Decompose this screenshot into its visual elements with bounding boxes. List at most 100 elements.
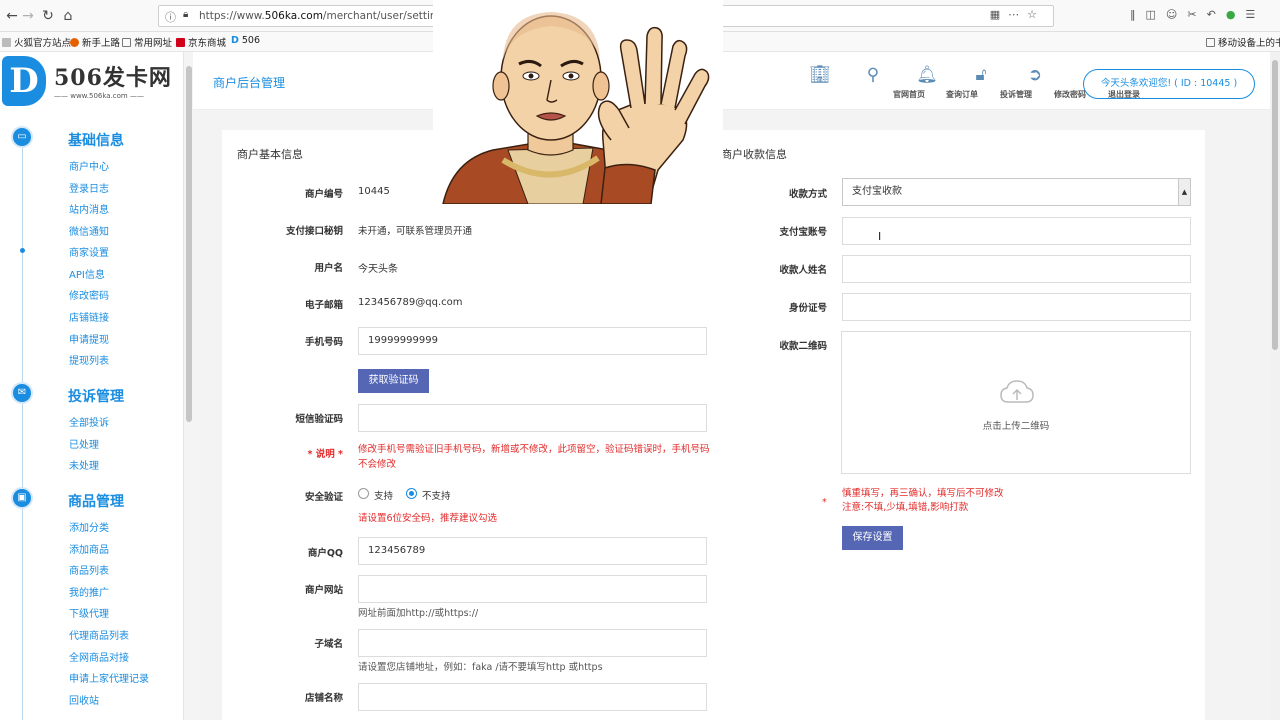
cartoon-man-sticker — [433, 0, 723, 204]
forward-icon[interactable]: → — [18, 6, 38, 26]
sidebar-item-withdraw-apply[interactable]: 申请提现 — [69, 331, 109, 346]
sidebar-item-withdraw-list[interactable]: 提现列表 — [69, 352, 109, 367]
sidebar-item-merchant-settings[interactable]: 商家设置 — [69, 244, 109, 259]
group-title-goods[interactable]: 商品管理 — [68, 491, 124, 511]
security-label: 安全验证 — [304, 492, 343, 503]
sidebar-item-shop-link[interactable]: 店铺链接 — [69, 309, 109, 324]
qr-icon[interactable]: ▦ — [990, 8, 1008, 21]
bookmark-label: 常用网址 — [134, 38, 173, 49]
merchant-id-value: 10445 — [358, 186, 390, 197]
sidebar-scrollbar[interactable] — [183, 52, 193, 720]
undo-icon[interactable]: ↶ — [1207, 8, 1226, 21]
payee-name-label: 收款人姓名 — [779, 265, 827, 276]
sidebar-item-agent-goods[interactable]: 代理商品列表 — [69, 627, 129, 642]
sidebar-item-recycle-bin[interactable]: 回收站 — [69, 692, 99, 707]
sidebar-item-add-goods[interactable]: 添加商品 — [69, 541, 109, 556]
group-title-complaints[interactable]: 投诉管理 — [68, 386, 124, 406]
bookmark-label: 新手上路 — [82, 38, 121, 49]
group-title-basic-info[interactable]: 基础信息 — [68, 130, 124, 150]
sidebar-item-agent-apply-log[interactable]: 申请上家代理记录 — [69, 670, 149, 685]
reload-icon[interactable]: ↻ — [38, 6, 58, 26]
subdomain-input[interactable] — [358, 629, 707, 657]
url-actions[interactable]: ▦⋯☆ — [990, 8, 1045, 21]
payment-info-title: 商户收款信息 — [721, 148, 787, 161]
bookmark-firefox[interactable]: 火狐官方站点 — [2, 35, 71, 49]
d-logo-icon: D — [231, 35, 239, 46]
account-icon[interactable]: ☺ — [1166, 8, 1187, 21]
payment-method-value: 支付宝收款 — [852, 186, 902, 197]
screenshot-icon[interactable]: ✂ — [1187, 8, 1206, 21]
website-input[interactable] — [358, 575, 707, 603]
payment-method-select[interactable]: 支付宝收款 ▲ — [842, 178, 1191, 206]
lock-icon: 🔓︎ — [975, 65, 987, 85]
sidebar-scroll-thumb[interactable] — [186, 66, 192, 422]
sidebar-item-merchant-center[interactable]: 商户中心 — [69, 158, 109, 173]
library-icon[interactable]: ‖ — [1130, 8, 1146, 21]
payee-name-input[interactable] — [842, 255, 1191, 283]
nav-query-order[interactable]: ⚲ 查询订单 — [848, 64, 978, 99]
sidebar-item-sub-agents[interactable]: 下级代理 — [69, 605, 109, 620]
qrcode-upload-box[interactable]: 点击上传二维码 — [841, 331, 1191, 474]
sidebar-item-api-info[interactable]: API信息 — [69, 266, 105, 281]
alipay-account-input[interactable] — [842, 217, 1191, 245]
more-icon[interactable]: ⋯ — [1008, 8, 1027, 21]
nav-complaints[interactable]: 🔔︎ 投诉管理 — [902, 64, 1032, 99]
save-settings-button[interactable]: 保存设置 — [842, 526, 903, 550]
get-code-button[interactable]: 获取验证码 — [358, 369, 429, 393]
sidebar-item-network-goods[interactable]: 全网商品对接 — [69, 649, 129, 664]
nav-logout[interactable]: ➲ 退出登录 — [1010, 64, 1140, 99]
home-icon[interactable]: ⌂ — [58, 6, 78, 26]
email-label: 电子邮箱 — [304, 300, 343, 311]
sidebar-item-login-log[interactable]: 登录日志 — [69, 180, 109, 195]
bookmark-mobile[interactable]: 移动设备上的书签 — [1206, 35, 1280, 49]
shop-name-input[interactable] — [358, 683, 707, 711]
sidebar-item-my-promotion[interactable]: 我的推广 — [69, 584, 109, 599]
page-scrollbar[interactable] — [1270, 52, 1280, 720]
welcome-badge[interactable]: 今天头条欢迎您! ( ID : 10445 ) — [1083, 69, 1255, 99]
id-card-input[interactable] — [842, 293, 1191, 321]
sms-code-input[interactable] — [358, 404, 707, 432]
phone-input[interactable]: 19999999999 — [358, 327, 707, 355]
cloud-upload-icon — [1000, 380, 1034, 403]
info-icon[interactable]: ⓘ — [165, 9, 176, 25]
site-logo[interactable]: D 506发卡网 —— www.506ka.com —— — [0, 52, 183, 110]
tree-line — [22, 130, 23, 720]
security-option-support[interactable]: 支持 — [374, 488, 393, 502]
sidebar-item-processed[interactable]: 已处理 — [69, 436, 99, 451]
sidebar-item-messages[interactable]: 站内消息 — [69, 201, 109, 216]
sidebar-item-unprocessed[interactable]: 未处理 — [69, 457, 99, 472]
username-value: 今天头条 — [358, 264, 398, 275]
bookmark-label: 移动设备上的书签 — [1218, 38, 1280, 49]
nav-change-password[interactable]: 🔓︎ 修改密码 — [956, 64, 1086, 99]
url-text[interactable]: https://www.506ka.com/merchant/user/sett… — [199, 10, 449, 22]
shop-name-label: 店铺名称 — [304, 693, 343, 704]
extension-icon[interactable]: ● — [1226, 8, 1246, 21]
sidebar-item-all-complaints[interactable]: 全部投诉 — [69, 414, 109, 429]
star-icon[interactable]: ☆ — [1027, 8, 1045, 21]
jd-icon — [176, 38, 185, 47]
subdomain-hint: 请设置您店铺地址，例如：faka /请不要填写http 或https — [358, 662, 603, 673]
qq-input[interactable]: 123456789 — [358, 537, 707, 565]
bookmark-jd[interactable]: 京东商城 — [176, 35, 226, 49]
security-radio-nosupport[interactable] — [406, 488, 417, 499]
chevron-down-icon[interactable]: ▲ — [1178, 179, 1190, 205]
api-key-label: 支付接口秘钥 — [285, 226, 343, 237]
folder-icon — [2, 38, 11, 47]
note-label: * 说明 * — [307, 449, 343, 460]
alipay-account-label: 支付宝账号 — [779, 227, 827, 238]
sidebar-item-change-password[interactable]: 修改密码 — [69, 287, 109, 302]
sidebar-item-goods-list[interactable]: 商品列表 — [69, 562, 109, 577]
sidebar-item-add-category[interactable]: 添加分类 — [69, 519, 109, 534]
menu-icon[interactable]: ☰ — [1245, 8, 1265, 21]
security-radio-support[interactable] — [358, 488, 369, 499]
security-option-nosupport[interactable]: 不支持 — [422, 488, 451, 502]
nav-official-home[interactable]: 🏢︎ 官网首页 — [795, 64, 925, 99]
sidebar-item-wechat-notify[interactable]: 微信通知 — [69, 223, 109, 238]
page-scroll-thumb[interactable] — [1272, 60, 1278, 350]
bookmark-common-sites[interactable]: 常用网址 — [122, 35, 172, 49]
sidebar-toggle-icon[interactable]: ◫ — [1146, 8, 1166, 21]
bookmark-getting-started[interactable]: 新手上路 — [70, 35, 120, 49]
sidebar: D 506发卡网 —— www.506ka.com —— ▭ 基础信息 商户中心… — [0, 52, 183, 720]
bookmark-506[interactable]: D 506 — [231, 35, 260, 46]
url-prefix: https://www. — [199, 10, 265, 22]
